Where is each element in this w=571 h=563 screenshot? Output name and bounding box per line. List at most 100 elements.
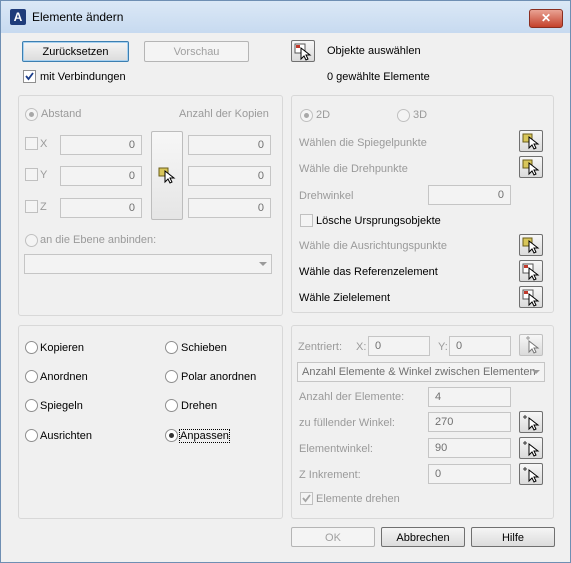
count-label: Anzahl der Elemente: xyxy=(299,391,405,403)
dialog-title: Elemente ändern xyxy=(32,10,124,24)
pick-fill-angle-button[interactable] xyxy=(519,411,543,433)
select-objects-icon xyxy=(522,263,540,281)
pick-distance-button[interactable] xyxy=(151,131,183,220)
y-axis-label: Y xyxy=(40,169,48,181)
target-element-label: Wähle Zielelement xyxy=(299,292,391,304)
selected-count-text: 0 gewählte Elemente xyxy=(327,71,430,83)
rotate-points-label: Wähle die Drehpunkte xyxy=(299,163,408,175)
reference-element-label: Wähle das Referenzelement xyxy=(299,266,438,278)
pick-angle-icon xyxy=(523,441,540,457)
mode-radio-kopieren[interactable] xyxy=(25,341,38,354)
mode-label-drehen: Drehen xyxy=(181,400,218,412)
z-distance-field[interactable]: 0 xyxy=(60,198,142,218)
pick-point-icon xyxy=(522,159,540,176)
close-button[interactable]: ✕ xyxy=(529,9,563,28)
mirror-points-label: Wählen die Spiegelpunkte xyxy=(299,137,427,149)
pick-center-button[interactable] xyxy=(519,334,543,356)
chevron-down-icon xyxy=(532,370,540,374)
pick-point-icon xyxy=(523,467,540,483)
with-links-checkbox[interactable] xyxy=(23,70,36,83)
x-axis-checkbox[interactable] xyxy=(25,137,38,150)
reset-button[interactable]: Zurücksetzen xyxy=(22,41,129,62)
count-field[interactable]: 4 xyxy=(428,387,511,407)
select-objects-label: Objekte auswählen xyxy=(327,45,421,57)
pick-angle-icon xyxy=(523,415,540,431)
title-bar[interactable]: A Elemente ändern ✕ xyxy=(1,1,570,33)
z-axis-label: Z xyxy=(40,201,47,213)
center-x-field[interactable]: 0 xyxy=(368,336,430,356)
x-copies-field[interactable]: 0 xyxy=(188,135,271,155)
center-label: Zentriert: xyxy=(298,341,343,353)
help-button[interactable]: Hilfe xyxy=(471,527,555,547)
rotation-angle-field[interactable]: 0 xyxy=(428,185,511,205)
pick-target-element-button[interactable] xyxy=(519,286,543,308)
center-y-field[interactable]: 0 xyxy=(449,336,511,356)
autocad-app-icon: A xyxy=(10,9,26,25)
rotate-elements-label: Elemente drehen xyxy=(316,493,400,505)
3d-radio[interactable] xyxy=(397,109,410,122)
2d-radio[interactable] xyxy=(300,109,313,122)
select-objects-button[interactable] xyxy=(291,40,315,62)
mode-label-kopieren: Kopieren xyxy=(40,342,85,354)
pick-point-icon xyxy=(522,133,540,150)
mode-label-schieben: Schieben xyxy=(181,342,227,354)
z-increment-field[interactable]: 0 xyxy=(428,464,511,484)
y-axis-checkbox[interactable] xyxy=(25,168,38,181)
z-copies-field[interactable]: 0 xyxy=(188,198,271,218)
pick-element-angle-button[interactable] xyxy=(519,437,543,459)
pick-point-icon xyxy=(526,336,540,354)
center-y-label: Y: xyxy=(438,341,448,353)
fill-angle-field[interactable]: 270 xyxy=(428,412,511,432)
pick-mirror-points-button[interactable] xyxy=(519,130,543,152)
distance-radio[interactable] xyxy=(25,108,38,121)
mode-panel xyxy=(18,325,283,519)
pick-reference-element-button[interactable] xyxy=(519,260,543,282)
mirror-rotate-panel xyxy=(291,95,554,313)
bind-plane-radio[interactable] xyxy=(25,234,38,247)
pick-z-increment-button[interactable] xyxy=(519,463,543,485)
x-distance-field[interactable]: 0 xyxy=(60,135,142,155)
center-x-label: X: xyxy=(356,341,367,353)
mode-radio-ausrichten[interactable] xyxy=(25,429,38,442)
ok-button[interactable]: OK xyxy=(291,527,375,547)
mode-label-anordnen: Anordnen xyxy=(40,371,88,383)
pick-rotate-points-button[interactable] xyxy=(519,156,543,178)
polar-method-select[interactable]: Anzahl Elemente & Winkel zwischen Elemen… xyxy=(297,362,545,382)
checkmark-icon xyxy=(302,494,311,503)
select-objects-icon xyxy=(294,43,312,61)
mode-radio-anpassen[interactable] xyxy=(165,429,178,442)
mode-radio-anordnen[interactable] xyxy=(25,370,38,383)
preview-button[interactable]: Vorschau xyxy=(144,41,249,62)
dialog-client-area: Zurücksetzen Vorschau Objekte auswählen … xyxy=(7,33,563,555)
element-angle-field[interactable]: 90 xyxy=(428,438,511,458)
mode-radio-drehen[interactable] xyxy=(165,399,178,412)
mode-radio-spiegeln[interactable] xyxy=(25,399,38,412)
pick-point-icon xyxy=(158,167,176,184)
plane-select[interactable] xyxy=(24,254,272,274)
mode-radio-polar-anordnen[interactable] xyxy=(165,370,178,383)
mode-label-polar-anordnen: Polar anordnen xyxy=(181,371,257,383)
cancel-button[interactable]: Abbrechen xyxy=(381,527,465,547)
y-copies-field[interactable]: 0 xyxy=(188,166,271,186)
mode-label-ausrichten: Ausrichten xyxy=(40,430,92,442)
mode-label-anpassen: Anpassen xyxy=(179,429,230,443)
with-links-label: mit Verbindungen xyxy=(40,71,126,83)
element-angle-label: Elementwinkel: xyxy=(299,443,373,455)
3d-label: 3D xyxy=(413,109,428,121)
polar-method-value: Anzahl Elemente & Winkel zwischen Elemen… xyxy=(302,366,536,378)
mode-label-spiegeln: Spiegeln xyxy=(40,400,83,412)
copies-header: Anzahl der Kopien xyxy=(179,108,269,120)
rotate-elements-checkbox[interactable] xyxy=(300,492,313,505)
y-distance-field[interactable]: 0 xyxy=(60,166,142,186)
delete-source-checkbox[interactable] xyxy=(300,214,313,227)
rotation-angle-label: Drehwinkel xyxy=(299,190,354,202)
fill-angle-label: zu füllender Winkel: xyxy=(299,417,395,429)
distance-label: Abstand xyxy=(41,108,82,120)
delete-source-label: Lösche Ursprungsobjekte xyxy=(316,215,441,227)
x-axis-label: X xyxy=(40,138,48,150)
dialog-window: A Elemente ändern ✕ Zurücksetzen Vorscha… xyxy=(0,0,571,563)
pick-align-points-button[interactable] xyxy=(519,234,543,256)
mode-radio-schieben[interactable] xyxy=(165,341,178,354)
z-increment-label: Z Inkrement: xyxy=(299,469,361,481)
z-axis-checkbox[interactable] xyxy=(25,200,38,213)
